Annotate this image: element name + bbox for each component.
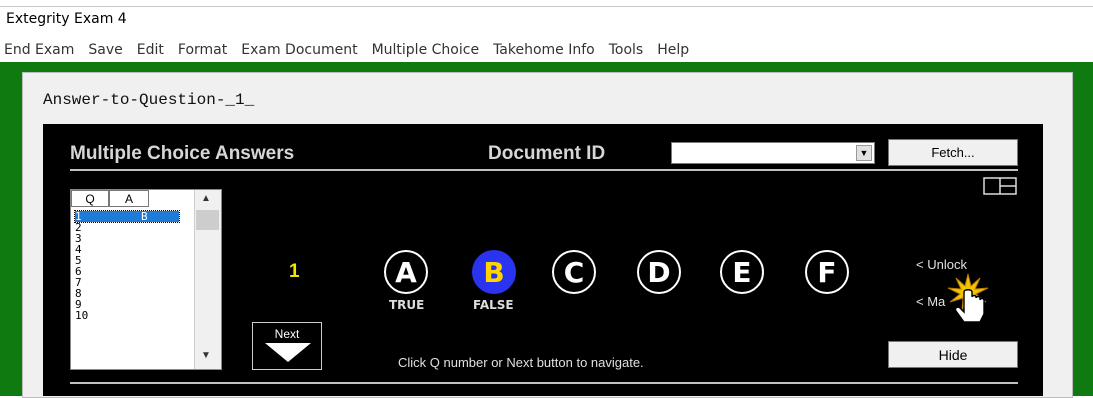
menu-save[interactable]: Save <box>81 42 129 64</box>
true-label: TRUE <box>389 298 425 312</box>
divider-bottom <box>70 382 1018 384</box>
menu-takehome-info[interactable]: Takehome Info <box>486 42 602 64</box>
option-c-button[interactable]: C <box>552 250 596 294</box>
window-title: Extegrity Exam 4 <box>6 11 127 27</box>
mc-heading: Multiple Choice Answers <box>70 143 295 164</box>
menu-end-exam[interactable]: End Exam <box>0 42 81 64</box>
navigation-hint: Click Q number or Next button to navigat… <box>398 355 644 370</box>
option-d-button[interactable]: D <box>637 250 681 294</box>
hide-button[interactable]: Hide <box>888 341 1018 368</box>
col-header-q: Q <box>71 190 109 207</box>
dropdown-arrow-icon[interactable]: ▼ <box>856 145 872 161</box>
next-label: Next <box>274 327 300 341</box>
layout-grid-icon[interactable] <box>983 177 1017 195</box>
divider-top <box>70 169 1018 171</box>
list-item[interactable]: 1B <box>74 210 180 223</box>
top-edge <box>0 0 1093 7</box>
scroll-thumb[interactable] <box>196 210 219 230</box>
menu-help[interactable]: Help <box>650 42 696 64</box>
down-triangle-icon <box>265 343 311 362</box>
menu-multiple-choice[interactable]: Multiple Choice <box>365 42 486 64</box>
scroll-up-icon[interactable]: ▲ <box>201 193 211 204</box>
list-item[interactable]: 6 <box>75 266 179 277</box>
menu-exam-document[interactable]: Exam Document <box>234 42 364 64</box>
next-button[interactable]: Next <box>252 322 322 370</box>
menu-edit[interactable]: Edit <box>130 42 171 64</box>
scroll-down-icon[interactable]: ▼ <box>201 350 211 361</box>
col-header-a: A <box>109 190 149 207</box>
list-item[interactable]: 10 <box>75 310 179 321</box>
current-question-number: 1 <box>289 261 300 282</box>
question-list[interactable]: Q A 1B 2 3 4 5 6 7 8 9 10 ▲ ▼ <box>70 189 222 370</box>
option-e-button[interactable]: E <box>720 250 764 294</box>
document-title: Answer-to-Question-_1_ <box>43 91 255 109</box>
list-item[interactable]: 9 <box>75 299 179 310</box>
hand-cursor-icon <box>947 273 989 323</box>
list-item[interactable]: 3 <box>75 233 179 244</box>
list-header: Q A <box>71 190 149 208</box>
fetch-button[interactable]: Fetch... <box>888 139 1018 166</box>
document-id-label: Document ID <box>488 143 606 164</box>
list-scrollbar[interactable]: ▲ ▼ <box>194 190 221 369</box>
menu-format[interactable]: Format <box>171 42 234 64</box>
document-id-select[interactable]: ▼ <box>671 142 875 164</box>
false-label: FALSE <box>473 298 514 312</box>
list-item[interactable]: 5 <box>75 255 179 266</box>
list-item[interactable]: 8 <box>75 288 179 299</box>
list-item[interactable]: 2 <box>75 222 179 233</box>
list-item[interactable]: 7 <box>75 277 179 288</box>
menu-tools[interactable]: Tools <box>602 42 651 64</box>
list-item[interactable]: 4 <box>75 244 179 255</box>
option-f-button[interactable]: F <box>805 250 849 294</box>
menu-bar: End Exam Save Edit Format Exam Document … <box>0 42 696 64</box>
option-b-button[interactable]: B <box>472 250 516 294</box>
option-a-button[interactable]: A <box>384 250 428 294</box>
